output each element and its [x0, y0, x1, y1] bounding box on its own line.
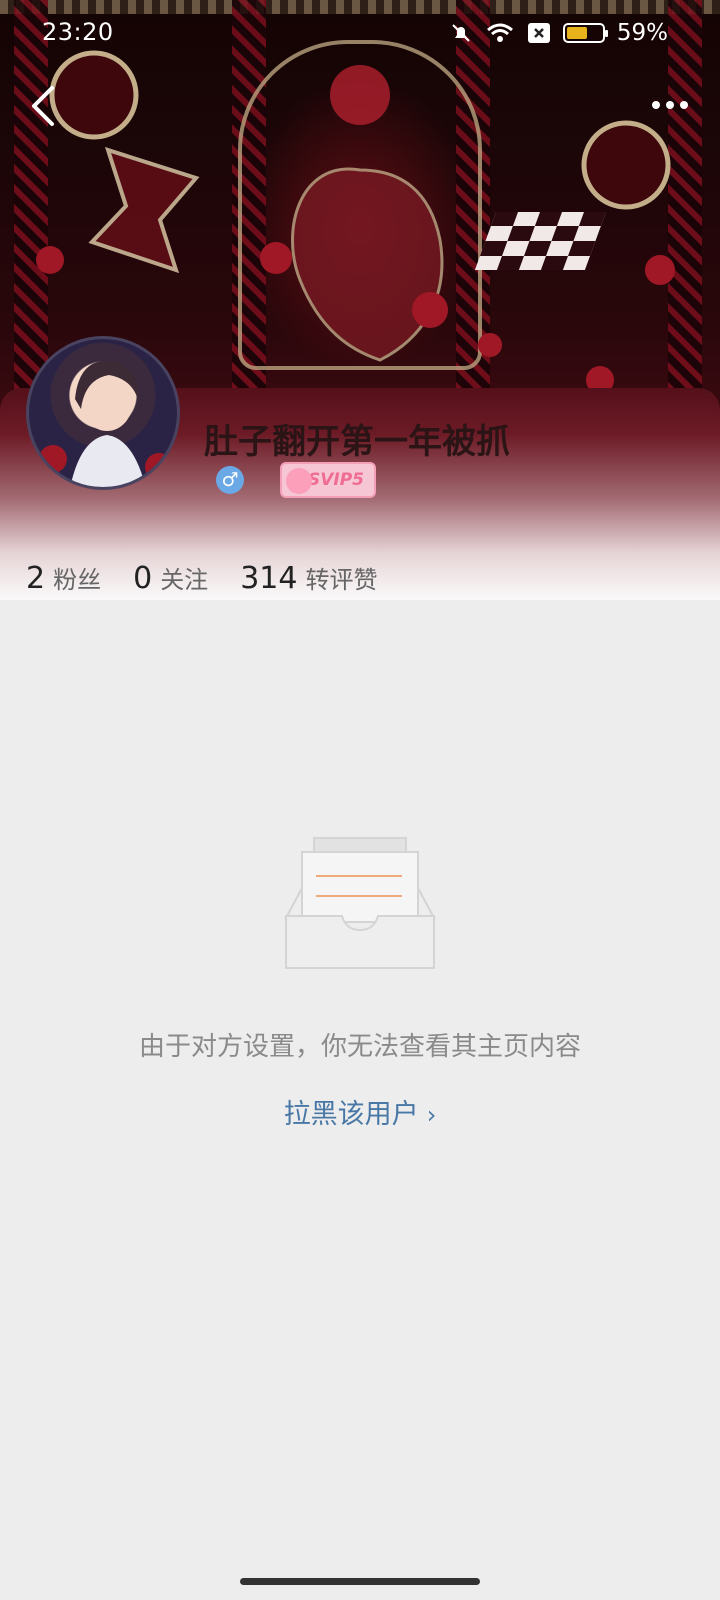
- avatar[interactable]: [26, 336, 180, 490]
- stat-followers[interactable]: 2 粉丝: [26, 560, 101, 596]
- stat-label: 转评赞: [305, 566, 378, 594]
- back-button[interactable]: [24, 82, 64, 130]
- stat-value: 0: [133, 561, 153, 596]
- gender-male-icon: ♂: [216, 466, 244, 494]
- chevron-left-icon: [32, 86, 54, 126]
- more-dots-icon: [652, 101, 688, 109]
- more-button[interactable]: [648, 90, 692, 120]
- pig-icon: [286, 468, 312, 494]
- battery-icon: [562, 23, 608, 43]
- sim-off-icon: [527, 23, 550, 43]
- empty-state-message: 由于对方设置，你无法查看其主页内容: [138, 1032, 581, 1062]
- wifi-icon: [486, 23, 513, 42]
- status-icons: 59%: [449, 20, 668, 46]
- stat-value: 314: [240, 561, 298, 596]
- stat-following[interactable]: 0 关注: [133, 560, 208, 596]
- home-indicator[interactable]: [240, 1578, 480, 1585]
- hourglass-icon: [88, 146, 200, 274]
- block-user-label: 拉黑该用户: [283, 1099, 419, 1130]
- avatar-image: [39, 360, 173, 487]
- stat-label: 关注: [160, 566, 209, 594]
- stat-value: 2: [26, 561, 46, 596]
- stat-label: 粉丝: [53, 566, 102, 594]
- username: 肚子翻开第一年被抓: [204, 422, 510, 462]
- svip-badge[interactable]: SVIP5: [280, 462, 376, 498]
- stat-interactions[interactable]: 314 转评赞: [240, 560, 377, 596]
- chevron-right-icon: ›: [426, 1101, 437, 1129]
- svip-badge-label: SVIP5: [307, 470, 364, 490]
- status-time: 23:20: [42, 18, 114, 46]
- block-user-link[interactable]: 拉黑该用户 ›: [0, 1092, 720, 1131]
- profile-stats: 2 粉丝 0 关注 314 转评赞: [26, 560, 409, 596]
- status-bar: 23:20 59%: [0, 14, 720, 52]
- battery-percent: 59%: [616, 20, 668, 46]
- empty-box-icon: [284, 837, 436, 969]
- bell-off-icon: [452, 24, 470, 42]
- battery-fill: [566, 27, 587, 39]
